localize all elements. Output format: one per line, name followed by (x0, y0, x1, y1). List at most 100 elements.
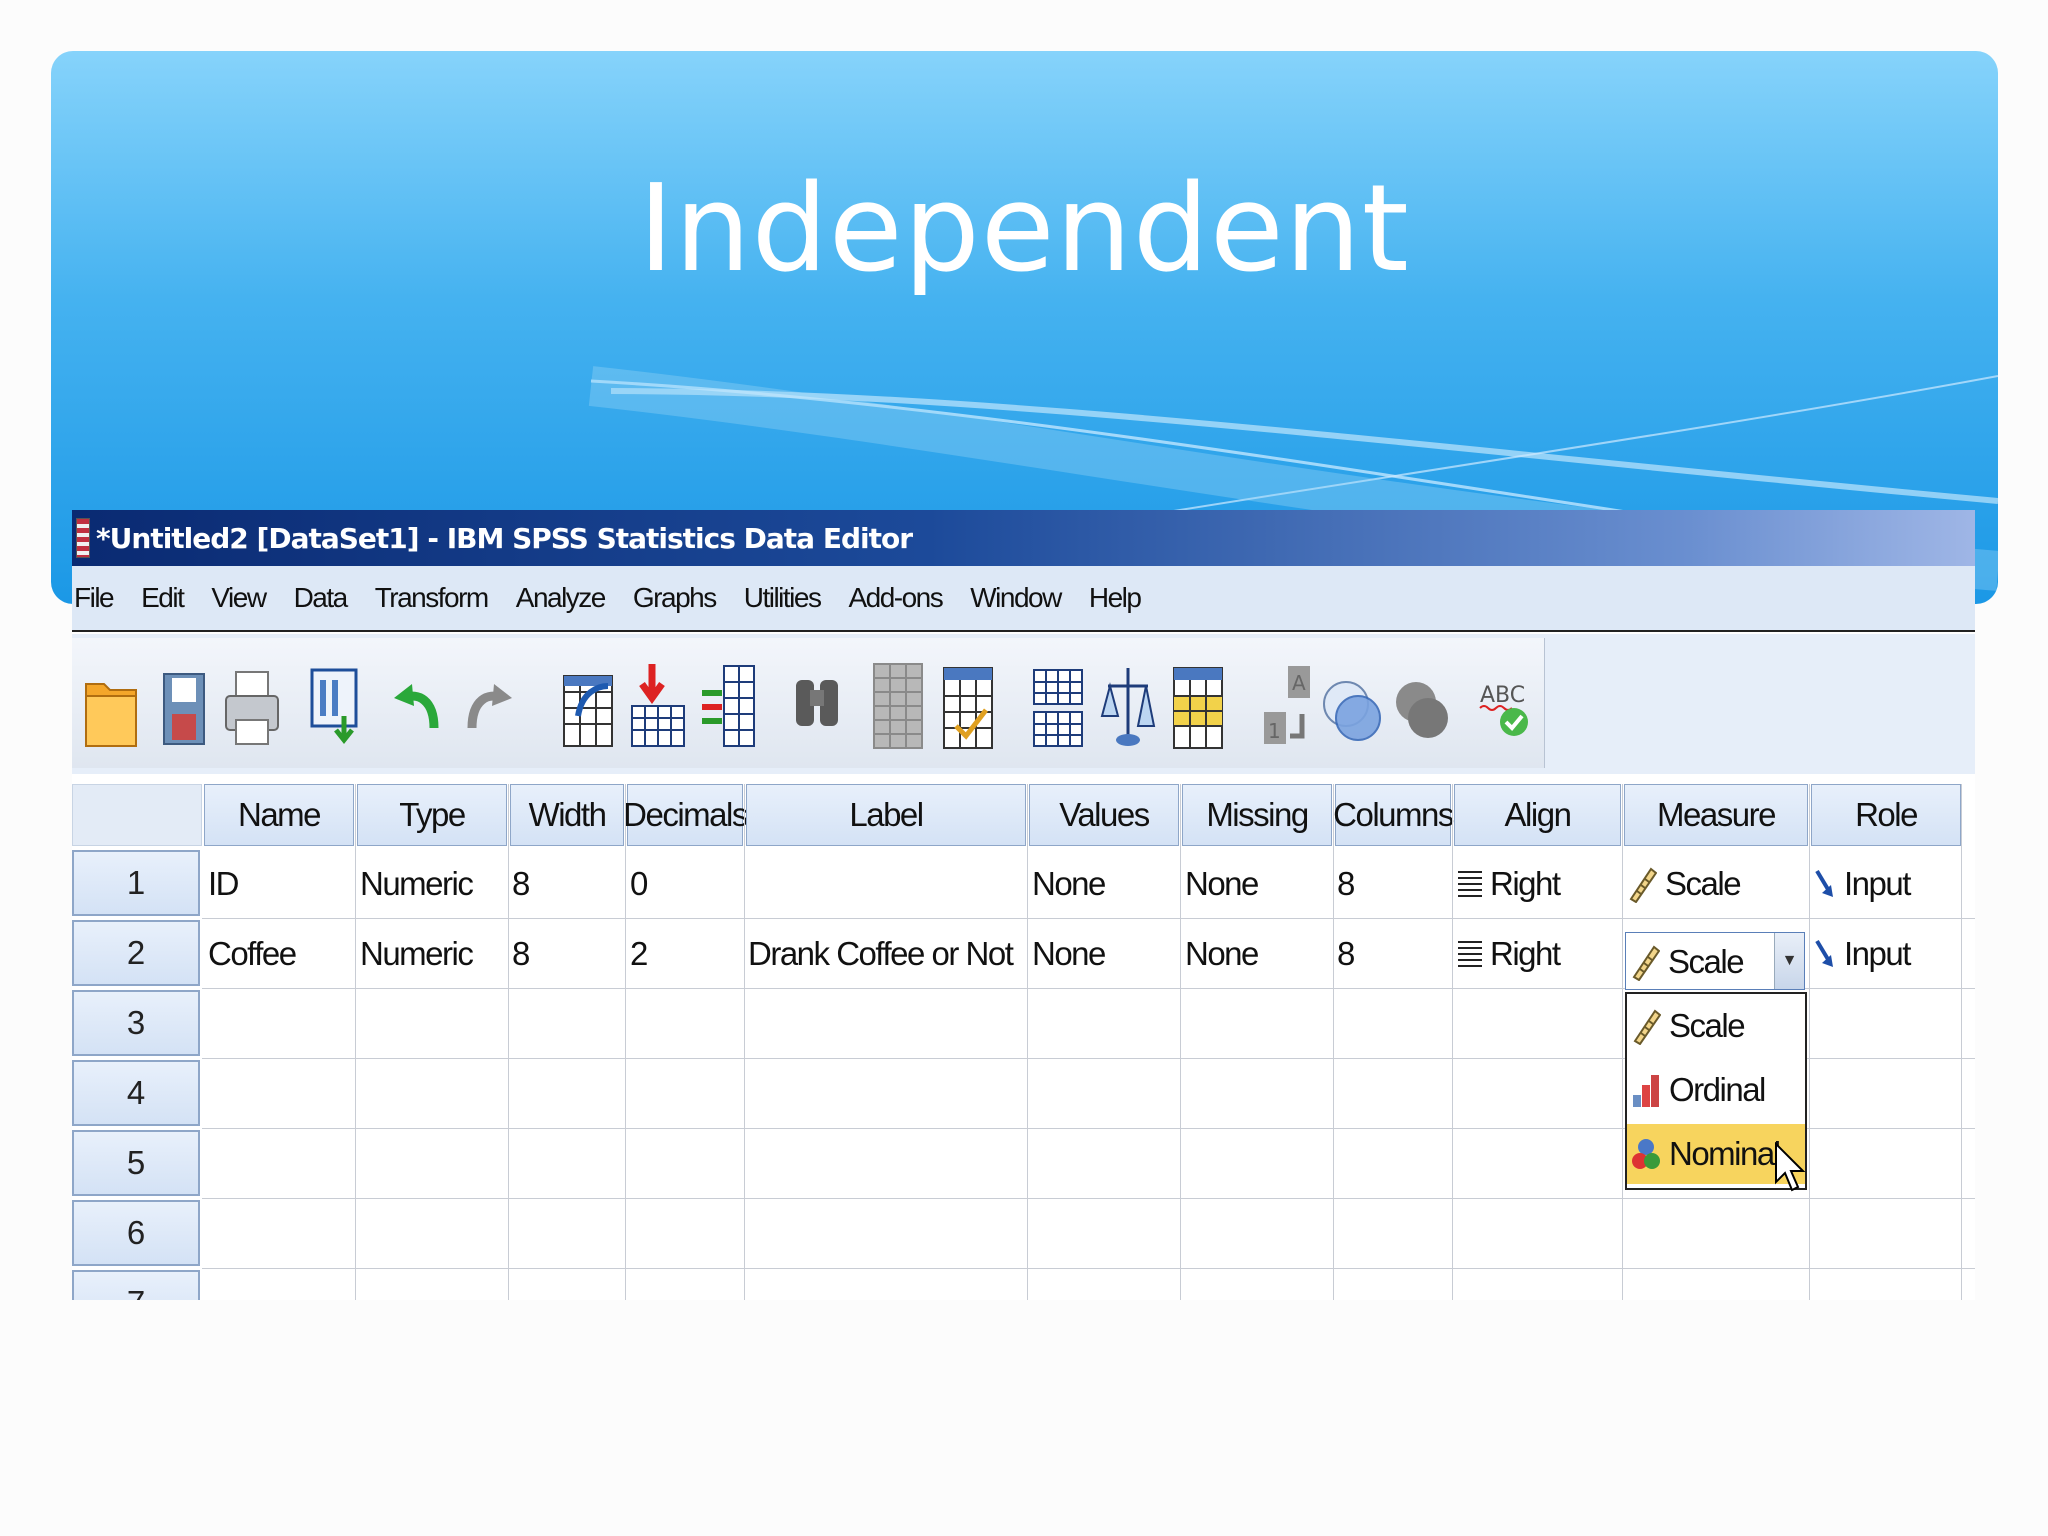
window-title: *Untitled2 [DataSet1] - IBM SPSS Statist… (96, 521, 913, 555)
ordinal-bars-icon (1633, 1075, 1659, 1107)
cell-align-text: Right (1490, 865, 1561, 902)
menu-transform[interactable]: Transform (375, 582, 490, 614)
cell-align[interactable]: Right (1458, 924, 1561, 984)
column-header-width[interactable]: Width (510, 784, 624, 846)
cell-measure[interactable]: Scale (1627, 854, 1742, 914)
column-header-name[interactable]: Name (204, 784, 354, 846)
undo-icon[interactable] (388, 656, 448, 752)
insert-cases-icon[interactable] (868, 656, 928, 752)
measure-option-scale[interactable]: Scale (1627, 996, 1805, 1056)
cell-role[interactable]: Input (1814, 924, 1911, 984)
cell-type[interactable]: Numeric (360, 924, 474, 984)
measure-option-label: Scale (1669, 1007, 1746, 1044)
cell-width[interactable]: 8 (512, 924, 530, 984)
column-header-decimals[interactable]: Decimals (623, 784, 748, 846)
cell-align-text: Right (1490, 935, 1561, 972)
scale-ruler-icon (1633, 1009, 1661, 1045)
variable-view-grid: Name Type Width Decimals Label Values Mi… (72, 778, 1975, 1300)
cell-align[interactable]: Right (1458, 854, 1561, 914)
input-arrow-icon (1815, 869, 1833, 897)
find-icon[interactable] (788, 656, 848, 752)
column-header-role[interactable]: Role (1811, 784, 1961, 846)
menu-window[interactable]: Window (970, 582, 1062, 614)
measure-select-value: Scale (1630, 932, 1745, 992)
menu-file[interactable]: File (74, 582, 115, 614)
align-right-icon (1458, 941, 1482, 967)
value-labels-icon[interactable]: A 1 (1258, 656, 1318, 752)
recall-dialog-icon[interactable] (308, 656, 368, 752)
row-header-4[interactable]: 4 (72, 1060, 200, 1126)
variables-icon[interactable] (698, 656, 758, 752)
row-header-3[interactable]: 3 (72, 990, 200, 1056)
save-icon[interactable] (154, 656, 214, 752)
menu-utilities[interactable]: Utilities (744, 582, 822, 614)
spss-data-editor-window: *Untitled2 [DataSet1] - IBM SPSS Statist… (72, 510, 1975, 1300)
input-arrow-icon (1815, 939, 1833, 967)
cell-missing[interactable]: None (1185, 854, 1259, 914)
measure-option-label: Ordinal (1669, 1071, 1766, 1108)
insert-variable-icon[interactable] (938, 656, 998, 752)
cell-role[interactable]: Input (1814, 854, 1911, 914)
cell-type[interactable]: Numeric (360, 854, 474, 914)
row-header-2[interactable]: 2 (72, 920, 200, 986)
spss-app-icon (76, 518, 90, 558)
corner-header (72, 784, 202, 846)
column-header-align[interactable]: Align (1454, 784, 1621, 846)
menu-analyze[interactable]: Analyze (516, 582, 607, 614)
cell-decimals[interactable]: 2 (630, 924, 648, 984)
measure-select-text: Scale (1668, 943, 1745, 980)
column-header-label[interactable]: Label (746, 784, 1026, 846)
scale-ruler-icon (1629, 867, 1657, 903)
menu-add-ons[interactable]: Add-ons (848, 582, 943, 614)
cell-name[interactable]: Coffee (208, 924, 297, 984)
cell-columns[interactable]: 8 (1337, 924, 1355, 984)
cell-width[interactable]: 8 (512, 854, 530, 914)
open-folder-icon[interactable] (82, 656, 142, 752)
cell-missing[interactable]: None (1185, 924, 1259, 984)
row-header-7[interactable]: 7 (72, 1270, 200, 1300)
menu-data[interactable]: Data (294, 582, 349, 614)
cell-label[interactable]: Drank Coffee or Not (748, 924, 1014, 984)
spell-check-label: ABC (1480, 683, 1525, 708)
svg-text:1: 1 (1268, 719, 1281, 743)
column-header-type[interactable]: Type (357, 784, 507, 846)
show-all-variables-icon[interactable] (1392, 656, 1452, 752)
split-file-icon[interactable] (1028, 656, 1088, 752)
menu-bar: File Edit View Data Transform Analyze Gr… (72, 566, 1975, 632)
align-right-icon (1458, 871, 1482, 897)
cell-values[interactable]: None (1032, 854, 1106, 914)
measure-option-ordinal[interactable]: Ordinal (1627, 1060, 1805, 1120)
goto-case-icon[interactable] (558, 656, 618, 752)
cell-columns[interactable]: 8 (1337, 854, 1355, 914)
menu-edit[interactable]: Edit (141, 582, 185, 614)
window-title-bar[interactable]: *Untitled2 [DataSet1] - IBM SPSS Statist… (72, 510, 1975, 566)
column-header-measure[interactable]: Measure (1624, 784, 1808, 846)
row-header-6[interactable]: 6 (72, 1200, 200, 1266)
print-icon[interactable] (222, 656, 282, 752)
column-header-values[interactable]: Values (1029, 784, 1179, 846)
column-header-columns[interactable]: Columns (1333, 784, 1454, 846)
goto-variable-icon[interactable] (628, 656, 688, 752)
weight-cases-icon[interactable] (1098, 656, 1158, 752)
scale-ruler-icon (1632, 945, 1660, 981)
column-header-missing[interactable]: Missing (1182, 784, 1332, 846)
select-cases-icon[interactable] (1168, 656, 1228, 752)
cell-values[interactable]: None (1032, 924, 1106, 984)
svg-text:A: A (1292, 671, 1306, 695)
cell-decimals[interactable]: 0 (630, 854, 648, 914)
spell-check-icon[interactable]: ABC (1476, 656, 1536, 752)
row-header-5[interactable]: 5 (72, 1130, 200, 1196)
measure-option-label: Nominal (1669, 1135, 1781, 1172)
use-sets-icon[interactable] (1322, 656, 1382, 752)
menu-view[interactable]: View (211, 582, 267, 614)
nominal-circles-icon (1632, 1139, 1660, 1169)
row-header-1[interactable]: 1 (72, 850, 200, 916)
menu-help[interactable]: Help (1089, 582, 1142, 614)
redo-icon[interactable] (458, 656, 518, 752)
toolbar: A 1 ABC (72, 634, 1975, 774)
mouse-cursor-icon (1775, 1142, 1806, 1192)
chevron-down-icon[interactable]: ▼ (1774, 933, 1804, 989)
menu-graphs[interactable]: Graphs (633, 582, 717, 614)
measure-select[interactable]: Scale ▼ (1625, 932, 1805, 990)
cell-name[interactable]: ID (208, 854, 240, 914)
